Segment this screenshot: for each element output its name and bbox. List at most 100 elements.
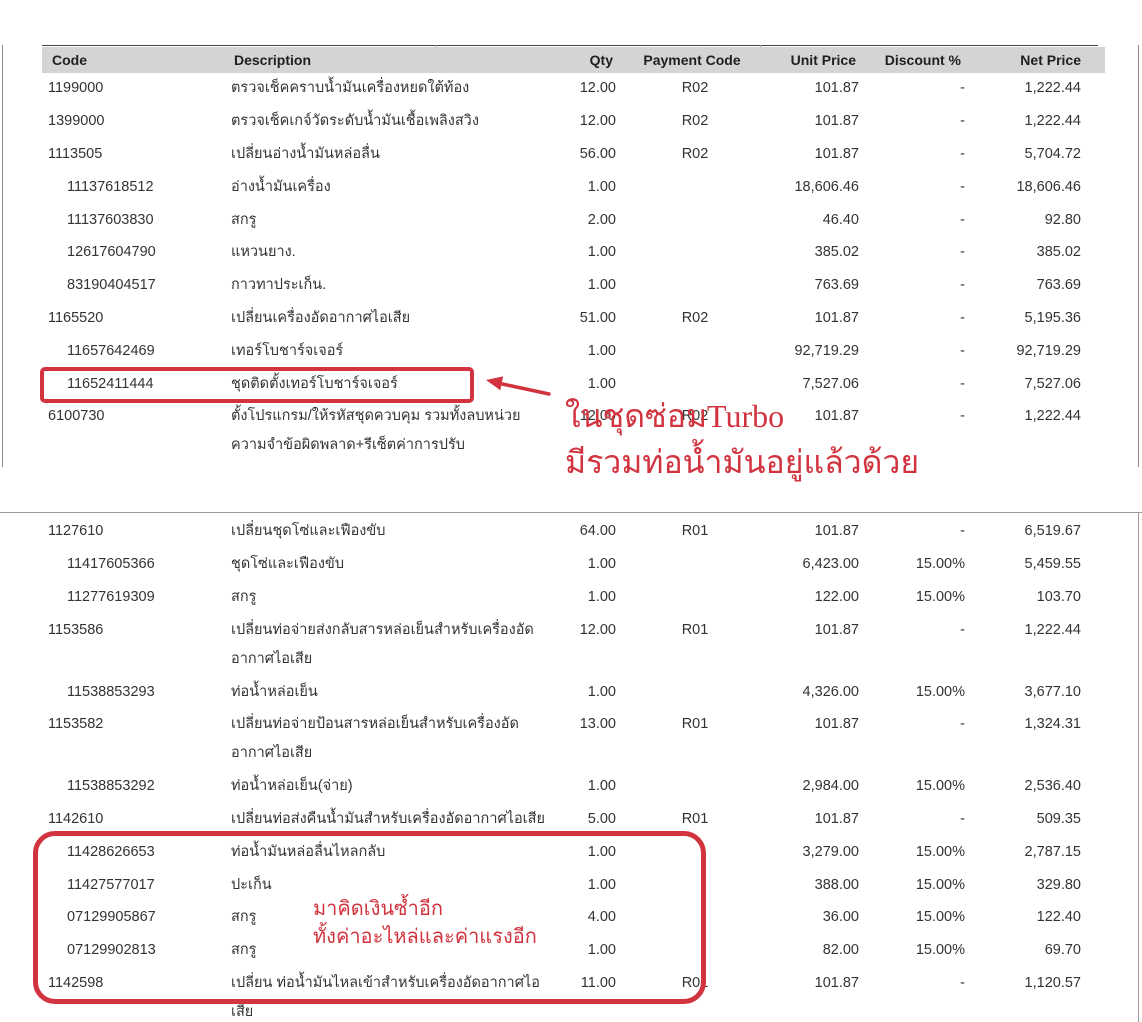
item-description: ท่อน้ำหล่อเย็น [231,678,560,707]
discount: 15.00% [915,843,965,860]
discount: - [960,80,965,97]
item-qty: 56.00 [579,146,616,163]
description-line: สกรู [231,211,257,228]
item-description: สกรู [231,206,560,235]
net-price: 92.80 [1044,211,1081,228]
item-description: เปลี่ยนชุดโซ่และเฟืองขับ [231,517,560,546]
unit-price: 385.02 [814,244,859,261]
unit-price: 92,719.29 [794,342,859,359]
description-line: เปลี่ยนอ่างน้ำมันหล่อลื่น [231,146,380,163]
annotation-duplicate-note: มาคิดเงินซ้ำอีก ทั้งค่าอะไหล่และค่าแรงอี… [313,894,537,950]
description-line: แหวนยาง. [231,244,296,261]
discount: - [960,277,965,294]
unit-price: 101.87 [814,80,859,97]
unit-price: 101.87 [814,716,859,733]
column-spacer [616,517,650,546]
item-qty: 1.00 [587,178,616,195]
net-price: 1,222.44 [1024,621,1081,638]
discount: - [960,211,965,228]
payment-code: R02 [681,146,709,163]
column-spacer [616,710,650,768]
annotation-line: ทั้งค่าอะไหล่และค่าแรงอีก [313,924,537,948]
net-price: 7,527.06 [1024,375,1081,392]
payment-code [650,206,740,235]
unit-price: 3,279.00 [802,843,859,860]
discount: - [960,244,965,261]
description-line: อ่างน้ำมันเครื่อง [231,178,331,195]
unit-price: 122.00 [814,589,859,606]
item-description: เปลี่ยนเครื่องอัดอากาศไอเสีย [231,304,560,333]
description-line: อากาศไอเสีย [231,650,313,667]
discount: 15.00% [915,683,965,700]
item-code: 11137603830 [67,211,154,228]
payment-code [650,337,740,366]
item-qty: 51.00 [579,309,616,326]
net-price: 2,787.15 [1024,843,1081,860]
net-price: 1,324.31 [1024,716,1081,733]
item-description: กาวทาประเก็น. [231,271,560,300]
description-line: เทอร์โบชาร์จเจอร์ [231,342,344,359]
net-price: 763.69 [1036,277,1081,294]
payment-code [650,271,740,300]
unit-price: 36.00 [822,909,859,926]
discount: 15.00% [915,876,965,893]
item-description: ท่อน้ำหล่อเย็น(จ่าย) [231,772,560,801]
payment-code: R01 [681,810,709,827]
column-header-description: Description [234,52,312,68]
discount: 15.00% [915,942,965,959]
item-code: 12617604790 [67,244,156,261]
table-row: 1153582 เปลี่ยนท่อจ่ายป้อนสารหล่อเย็นสำหร… [0,709,1142,771]
item-qty: 1.00 [587,778,616,795]
item-code: 11417605366 [67,556,155,573]
description-line: ความจำข้อผิดพลาด+รีเซ็ตค่าการปรับ [231,437,465,454]
item-code: 1142610 [48,810,104,827]
item-code: 1199000 [48,80,104,97]
payment-code: R02 [681,309,709,326]
payment-code [650,550,740,579]
item-description: ชุดโซ่และเฟืองขับ [231,550,560,579]
table-row: 1165520 เปลี่ยนเครื่องอัดอากาศไอเสีย 51.00… [0,302,1142,335]
description-line: กาวทาประเก็น. [231,277,327,294]
item-code: 11538853293 [67,683,155,700]
net-price: 122.40 [1036,909,1081,926]
discount: 15.00% [915,556,965,573]
description-line: ตั้งโปรแกรม/ให้รหัสชุดควบคุม รวมทั้งลบหน… [231,408,521,425]
net-price: 5,704.72 [1024,146,1081,163]
column-spacer [616,678,650,707]
table-row: 1127610 เปลี่ยนชุดโซ่และเฟืองขับ 64.00 R01 1… [0,516,1142,549]
payment-code [650,678,740,707]
net-price: 69.70 [1044,942,1081,959]
payment-code [650,238,740,267]
column-header-payment-code: Payment Code [643,47,740,73]
item-code: 11277619309 [67,589,155,606]
net-price: 1,222.44 [1024,408,1081,425]
column-header-code: Code [52,52,87,68]
arrow-shaft [498,381,551,396]
table-top-border [42,45,1098,46]
discount: - [960,309,965,326]
item-code: 1165520 [48,309,104,326]
discount: 15.00% [915,778,965,795]
item-qty: 13.00 [579,716,616,733]
column-header-qty: Qty [589,52,613,68]
unit-price: 101.87 [814,810,859,827]
table-row: 11417605366 ชุดโซ่และเฟืองขับ 1.00 6,423.00… [0,548,1142,581]
column-spacer [616,772,650,801]
unit-price: 101.87 [814,146,859,163]
item-description: ตรวจเช็คเกจ์วัดระดับน้ำมันเชื้อเพลิงสวิง [231,107,560,136]
net-price: 385.02 [1036,244,1081,261]
net-price: 509.35 [1036,810,1081,827]
description-line: ท่อน้ำหล่อเย็น(จ่าย) [231,778,353,795]
table-row: 1199000 ตรวจเช็คคราบน้ำมันเครื่องหยดใต้ท้… [0,73,1142,106]
item-description: ตรวจเช็คคราบน้ำมันเครื่องหยดใต้ท้อง [231,74,560,103]
item-qty: 1.00 [587,342,616,359]
item-description: สกรู [231,583,560,612]
column-spacer [616,238,650,267]
item-code: 1399000 [48,113,105,130]
unit-price: 101.87 [814,974,859,991]
table-row: 11657642469 เทอร์โบชาร์จเจอร์ 1.00 92,719.2… [0,335,1142,368]
net-price: 329.80 [1036,876,1081,893]
unit-price: 763.69 [814,277,859,294]
column-spacer [616,304,650,333]
item-code: 83190404517 [67,277,156,294]
